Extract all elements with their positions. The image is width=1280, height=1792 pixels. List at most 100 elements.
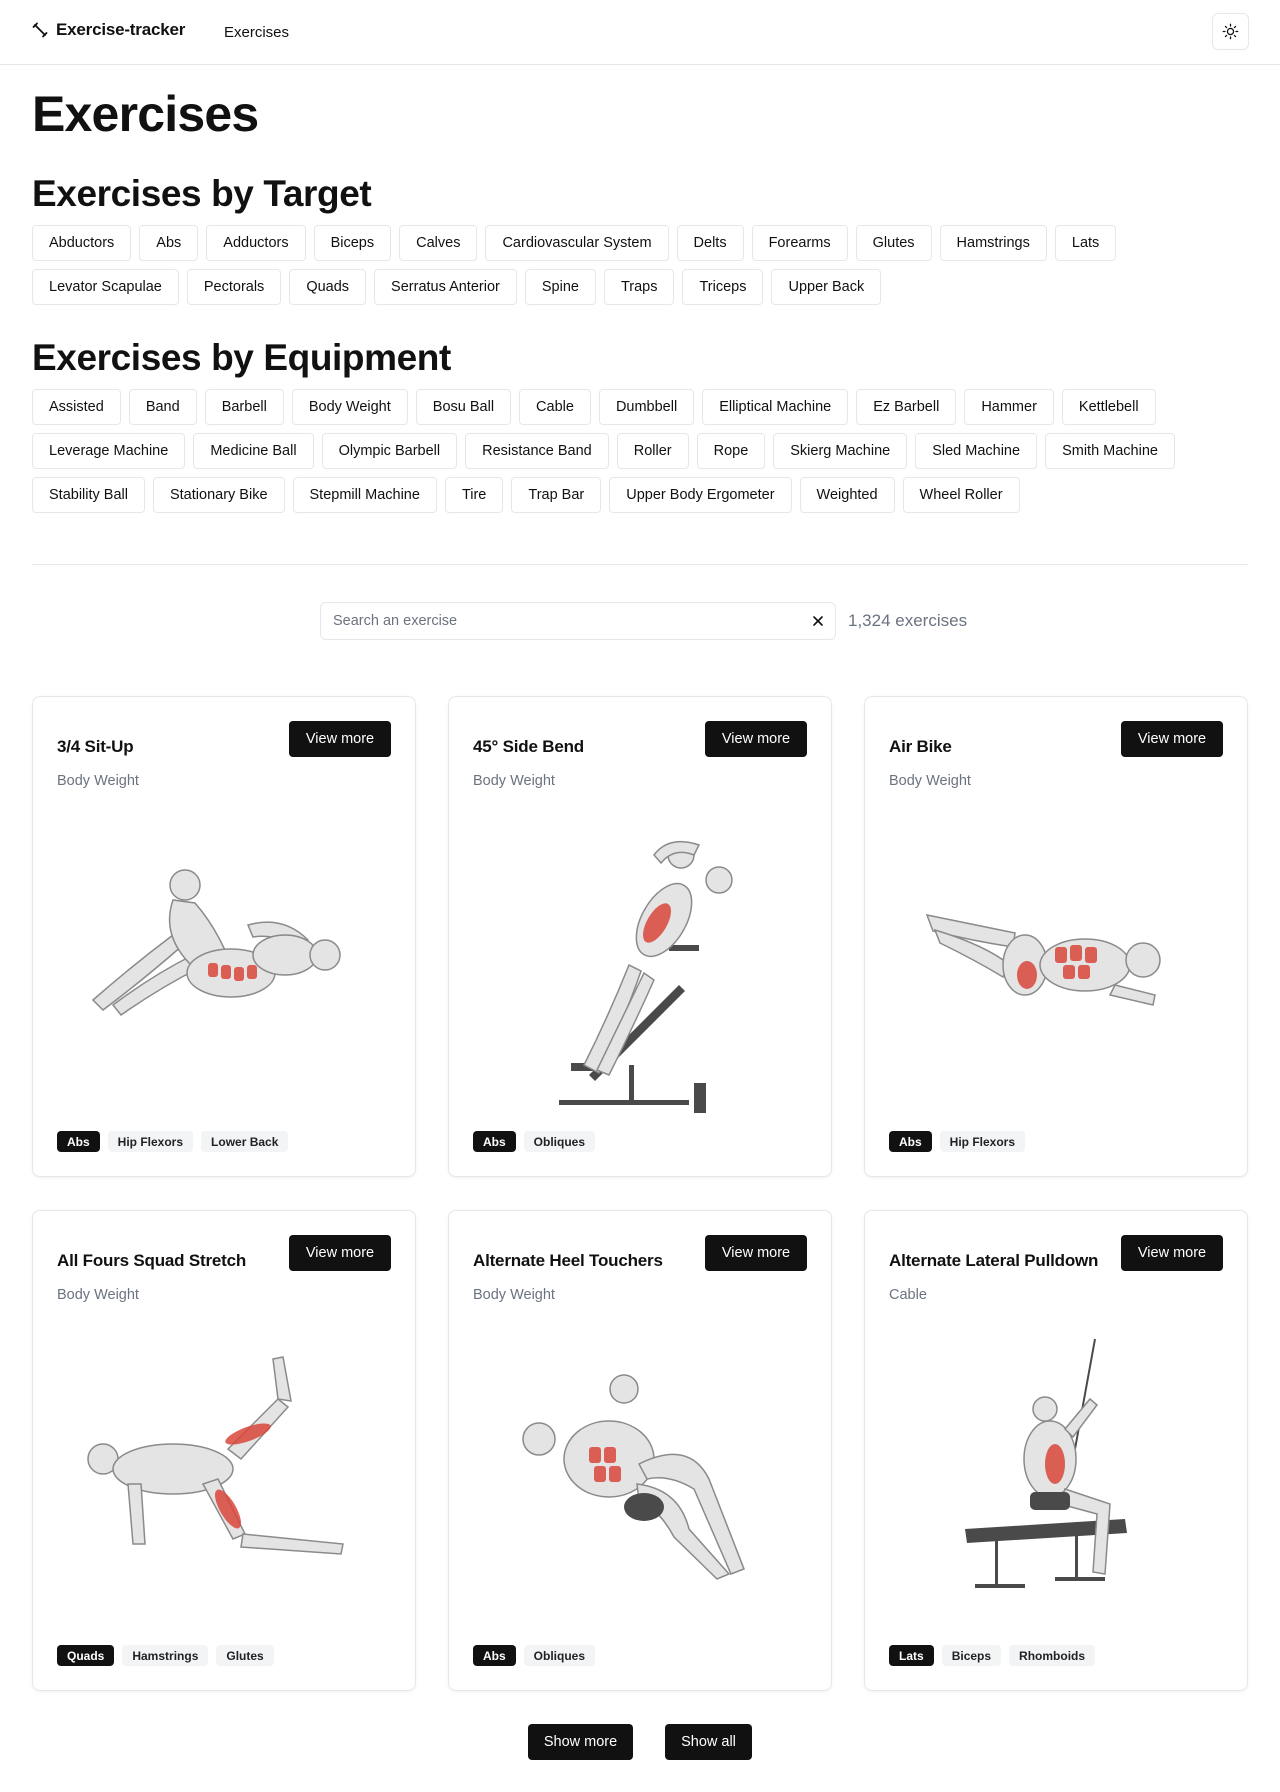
show-all-button[interactable]: Show all xyxy=(665,1724,752,1760)
search-input[interactable] xyxy=(321,603,781,639)
tag-primary[interactable]: Quads xyxy=(57,1645,115,1666)
theme-toggle-button[interactable] xyxy=(1212,13,1249,50)
exercise-equipment: Body Weight xyxy=(473,1287,555,1303)
view-more-button[interactable]: View more xyxy=(705,721,807,757)
dumbbell-icon xyxy=(32,22,48,38)
exercise-card: Alternate Heel Touchers Body Weight View… xyxy=(448,1210,832,1691)
equipment-chip[interactable]: Smith Machine xyxy=(1045,433,1175,469)
tag[interactable]: Obliques xyxy=(523,1645,596,1666)
equipment-chip[interactable]: Wheel Roller xyxy=(902,477,1020,513)
target-chip[interactable]: Triceps xyxy=(682,269,764,305)
equipment-chip-list: Assisted Band Barbell Body Weight Bosu Ball C… xyxy=(32,389,1252,513)
tag[interactable]: Rhomboids xyxy=(1009,1645,1096,1666)
equipment-chip[interactable]: Ez Barbell xyxy=(856,389,957,425)
equipment-chip[interactable]: Stepmill Machine xyxy=(292,477,437,513)
equipment-chip[interactable]: Trap Bar xyxy=(511,477,602,513)
target-tags: Abs Hip Flexors Lower Back xyxy=(57,1131,289,1152)
exercise-card: 45° Side Bend Body Weight View more Abs … xyxy=(448,696,832,1177)
clear-search-icon[interactable] xyxy=(811,614,825,628)
exercise-equipment: Cable xyxy=(889,1287,927,1303)
section-divider xyxy=(32,564,1248,565)
target-chip[interactable]: Abductors xyxy=(32,225,132,261)
exercise-illustration xyxy=(87,1356,344,1555)
result-count: 1,324 exercises xyxy=(848,611,968,630)
tag[interactable]: Lower Back xyxy=(201,1131,289,1152)
target-chip[interactable]: Delts xyxy=(676,225,744,261)
equipment-chip[interactable]: Upper Body Ergometer xyxy=(609,477,792,513)
equipment-chip[interactable]: Elliptical Machine xyxy=(702,389,849,425)
equipment-chip[interactable]: Tire xyxy=(444,477,504,513)
tag[interactable]: Glutes xyxy=(216,1645,274,1666)
target-chip[interactable]: Serratus Anterior xyxy=(374,269,517,305)
target-chip[interactable]: Abs xyxy=(139,225,199,261)
target-chip[interactable]: Traps xyxy=(603,269,675,305)
exercise-card: Alternate Lateral Pulldown Cable View mo… xyxy=(864,1210,1248,1691)
tag-primary[interactable]: Abs xyxy=(473,1131,516,1152)
target-tags: Abs Obliques xyxy=(473,1645,596,1666)
exercise-title: Alternate Lateral Pulldown xyxy=(889,1251,1099,1270)
equipment-chip[interactable]: Kettlebell xyxy=(1061,389,1156,425)
target-tags: Abs Hip Flexors xyxy=(889,1131,1026,1152)
equipment-chip[interactable]: Weighted xyxy=(799,477,895,513)
equipment-chip[interactable]: Skierg Machine xyxy=(773,433,908,469)
tag[interactable]: Biceps xyxy=(941,1645,1002,1666)
view-more-button[interactable]: View more xyxy=(289,1235,391,1271)
target-chip[interactable]: Cardiovascular System xyxy=(485,225,669,261)
show-more-button[interactable]: Show more xyxy=(528,1724,633,1760)
target-chip[interactable]: Calves xyxy=(399,225,478,261)
target-section-title: Exercises by Target xyxy=(32,173,372,214)
target-chip[interactable]: Upper Back xyxy=(771,269,882,305)
equipment-chip[interactable]: Rope xyxy=(696,433,766,469)
equipment-chip[interactable]: Leverage Machine xyxy=(32,433,186,469)
equipment-chip[interactable]: Stationary Bike xyxy=(152,477,285,513)
target-chip[interactable]: Pectorals xyxy=(186,269,282,305)
equipment-chip[interactable]: Cable xyxy=(519,389,591,425)
exercise-equipment: Body Weight xyxy=(57,773,139,789)
equipment-chip[interactable]: Resistance Band xyxy=(465,433,609,469)
target-chip[interactable]: Lats xyxy=(1054,225,1117,261)
tag[interactable]: Hamstrings xyxy=(122,1645,209,1666)
view-more-button[interactable]: View more xyxy=(1121,1235,1223,1271)
equipment-chip[interactable]: Barbell xyxy=(204,389,284,425)
equipment-chip[interactable]: Dumbbell xyxy=(598,389,695,425)
view-more-button[interactable]: View more xyxy=(1121,721,1223,757)
exercise-title: 45° Side Bend xyxy=(473,737,584,756)
equipment-chip[interactable]: Bosu Ball xyxy=(415,389,512,425)
exercise-illustration xyxy=(559,840,733,1113)
target-chip[interactable]: Spine xyxy=(524,269,596,305)
target-chip[interactable]: Forearms xyxy=(751,225,848,261)
equipment-chip[interactable]: Roller xyxy=(616,433,689,469)
equipment-chip[interactable]: Medicine Ball xyxy=(193,433,314,469)
equipment-chip[interactable]: Assisted xyxy=(32,389,121,425)
target-chip[interactable]: Quads xyxy=(289,269,367,305)
tag-primary[interactable]: Abs xyxy=(473,1645,516,1666)
tag-primary[interactable]: Abs xyxy=(889,1131,932,1152)
view-more-button[interactable]: View more xyxy=(705,1235,807,1271)
sun-icon xyxy=(1222,23,1239,40)
exercise-card: 3/4 Sit-Up Body Weight View more Abs Hip… xyxy=(32,696,416,1177)
tag[interactable]: Hip Flexors xyxy=(939,1131,1026,1152)
equipment-section-title: Exercises by Equipment xyxy=(32,337,451,378)
equipment-chip[interactable]: Olympic Barbell xyxy=(321,433,458,469)
equipment-chip[interactable]: Sled Machine xyxy=(915,433,1038,469)
target-chip[interactable]: Hamstrings xyxy=(939,225,1047,261)
target-chip[interactable]: Levator Scapulae xyxy=(32,269,179,305)
brand-link[interactable]: Exercise-tracker xyxy=(32,20,185,40)
exercise-illustration xyxy=(925,913,1161,1006)
tag-primary[interactable]: Abs xyxy=(57,1131,100,1152)
equipment-chip[interactable]: Hammer xyxy=(964,389,1054,425)
target-tags: Quads Hamstrings Glutes xyxy=(57,1645,274,1666)
exercise-card: Air Bike Body Weight View more Abs Hip F… xyxy=(864,696,1248,1177)
equipment-chip[interactable]: Band xyxy=(128,389,197,425)
view-more-button[interactable]: View more xyxy=(289,721,391,757)
target-chip[interactable]: Biceps xyxy=(313,225,392,261)
equipment-chip[interactable]: Stability Ball xyxy=(32,477,145,513)
nav-exercises-link[interactable]: Exercises xyxy=(224,24,289,41)
target-chip[interactable]: Glutes xyxy=(855,225,932,261)
tag-primary[interactable]: Lats xyxy=(889,1645,934,1666)
target-chip[interactable]: Adductors xyxy=(206,225,306,261)
tag[interactable]: Hip Flexors xyxy=(107,1131,194,1152)
tag[interactable]: Obliques xyxy=(523,1131,596,1152)
exercise-equipment: Body Weight xyxy=(889,773,971,789)
equipment-chip[interactable]: Body Weight xyxy=(291,389,408,425)
